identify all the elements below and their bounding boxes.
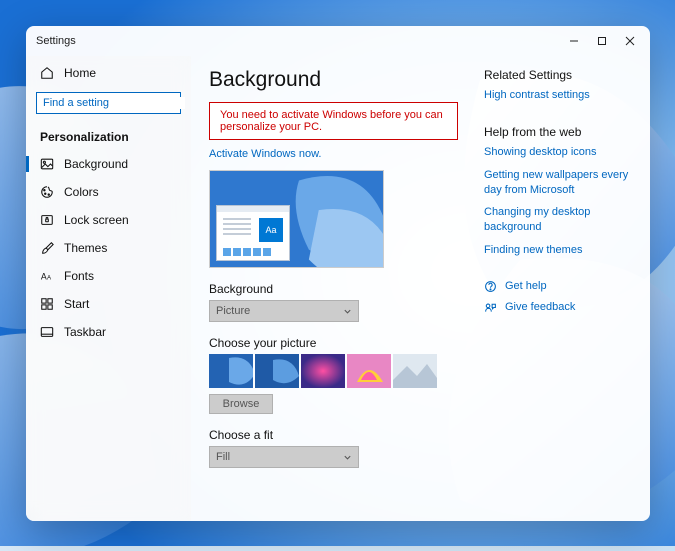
home-icon (40, 66, 54, 80)
high-contrast-link[interactable]: High contrast settings (484, 88, 632, 103)
preview-tile: Aa (259, 218, 283, 242)
main-column: Background You need to activate Windows … (209, 68, 458, 509)
sidebar-item-background[interactable]: Background (26, 150, 191, 178)
brush-icon (40, 241, 54, 255)
maximize-button[interactable] (588, 27, 616, 55)
picture-thumbnails (209, 354, 458, 388)
sidebar-home[interactable]: Home (26, 60, 191, 86)
sidebar-item-themes[interactable]: Themes (26, 234, 191, 262)
minimize-button[interactable] (560, 27, 588, 55)
thumbnail-bloom-1[interactable] (209, 354, 253, 388)
window-title: Settings (36, 35, 76, 47)
feedback-icon (484, 301, 497, 314)
background-type-label: Background (209, 282, 458, 296)
fit-label: Choose a fit (209, 428, 458, 442)
background-type-dropdown[interactable]: Picture (209, 300, 359, 322)
thumbnail-flower[interactable] (347, 354, 391, 388)
settings-window: Settings Home Personalization Background (26, 26, 650, 521)
help-link-themes[interactable]: Finding new themes (484, 243, 632, 258)
svg-text:A: A (41, 272, 47, 282)
help-link-background[interactable]: Changing my desktop background (484, 205, 632, 235)
sidebar-item-taskbar[interactable]: Taskbar (26, 318, 191, 346)
help-link-desktop-icons[interactable]: Showing desktop icons (484, 145, 632, 160)
sidebar-item-lock-screen[interactable]: Lock screen (26, 206, 191, 234)
palette-icon (40, 185, 54, 199)
svg-text:A: A (47, 275, 52, 282)
chevron-down-icon (343, 453, 352, 462)
sidebar-item-label: Themes (64, 241, 107, 255)
thumbnail-bloom-2[interactable] (255, 354, 299, 388)
dropdown-value: Fill (216, 451, 230, 463)
related-settings-heading: Related Settings (484, 68, 632, 82)
thumbnail-mountain[interactable] (393, 354, 437, 388)
titlebar[interactable]: Settings (26, 26, 650, 56)
fit-dropdown[interactable]: Fill (209, 446, 359, 468)
help-heading: Help from the web (484, 125, 632, 139)
dropdown-value: Picture (216, 305, 250, 317)
page-title: Background (209, 68, 458, 92)
sidebar-item-start[interactable]: Start (26, 290, 191, 318)
sidebar-item-fonts[interactable]: AA Fonts (26, 262, 191, 290)
sidebar-item-colors[interactable]: Colors (26, 178, 191, 206)
help-link-wallpapers[interactable]: Getting new wallpapers every day from Mi… (484, 168, 632, 198)
background-preview: Aa (209, 170, 384, 268)
activate-windows-link[interactable]: Activate Windows now. (209, 148, 458, 160)
font-icon: AA (40, 269, 54, 283)
thumbnail-gradient[interactable] (301, 354, 345, 388)
sidebar-section-label: Personalization (26, 120, 191, 150)
browse-button[interactable]: Browse (209, 394, 273, 414)
chevron-down-icon (343, 307, 352, 316)
sidebar-item-label: Background (64, 157, 128, 171)
sidebar-item-label: Colors (64, 185, 99, 199)
sidebar: Home Personalization Background Colors (26, 56, 191, 521)
give-feedback-link[interactable]: Give feedback (484, 301, 632, 314)
sidebar-nav: Background Colors Lock screen Themes AA … (26, 150, 191, 346)
get-help-link[interactable]: Get help (484, 280, 632, 293)
grid-icon (40, 297, 54, 311)
sidebar-item-label: Fonts (64, 269, 94, 283)
taskbar-icon (40, 325, 54, 339)
help-icon (484, 280, 497, 293)
sidebar-item-label: Taskbar (64, 325, 106, 339)
sidebar-item-label: Lock screen (64, 213, 129, 227)
choose-picture-label: Choose your picture (209, 336, 458, 350)
close-button[interactable] (616, 27, 644, 55)
search-input[interactable] (43, 97, 185, 109)
activation-warning: You need to activate Windows before you … (209, 102, 458, 140)
content: Background You need to activate Windows … (191, 56, 650, 521)
picture-icon (40, 157, 54, 171)
sidebar-home-label: Home (64, 66, 96, 80)
sidebar-item-label: Start (64, 297, 89, 311)
search-input-wrap[interactable] (36, 92, 181, 114)
lock-icon (40, 213, 54, 227)
preview-sample-window: Aa (216, 205, 290, 261)
aside-column: Related Settings High contrast settings … (484, 68, 632, 509)
